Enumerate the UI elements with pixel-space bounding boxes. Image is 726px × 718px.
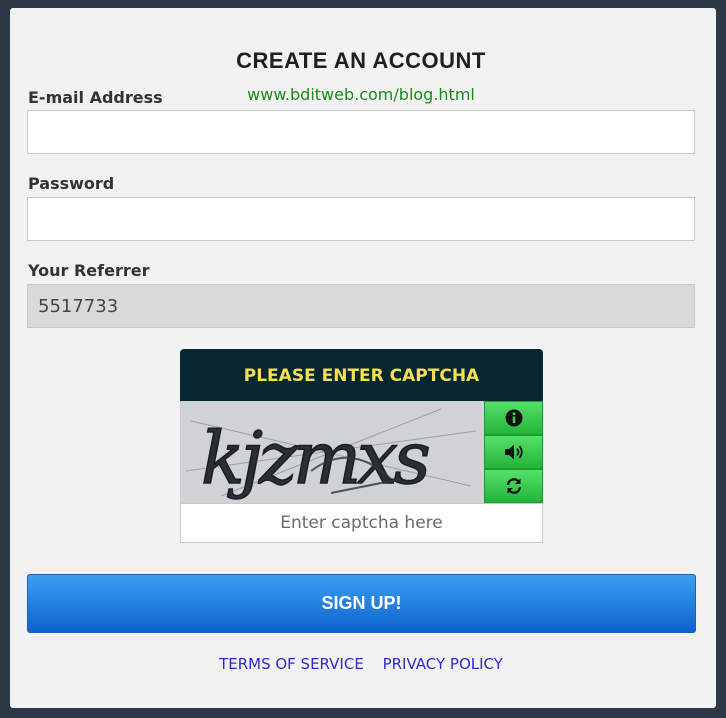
refresh-icon — [506, 478, 521, 494]
footer-links: TERMS OF SERVICE PRIVACY POLICY — [10, 655, 712, 673]
referrer-label: Your Referrer — [28, 261, 150, 280]
password-field[interactable] — [27, 197, 695, 241]
captcha-widget: PLEASE ENTER CAPTCHA kjzmxs — [180, 349, 543, 543]
signup-card: CREATE AN ACCOUNT www.bditweb.com/blog.h… — [10, 8, 716, 708]
captcha-input[interactable] — [180, 503, 543, 543]
captcha-heading: PLEASE ENTER CAPTCHA — [180, 349, 543, 401]
email-field[interactable] — [27, 110, 695, 154]
captcha-text: kjzmxs — [201, 416, 429, 500]
page-title: CREATE AN ACCOUNT — [236, 48, 486, 73]
captcha-refresh-button[interactable] — [484, 469, 543, 503]
captcha-image: kjzmxs — [180, 401, 484, 503]
password-label: Password — [28, 174, 115, 193]
speaker-icon — [504, 444, 523, 460]
signup-button[interactable]: SIGN UP! — [27, 574, 696, 633]
terms-of-service-link[interactable]: TERMS OF SERVICE — [219, 655, 364, 673]
email-label: E-mail Address — [28, 88, 163, 107]
captcha-info-button[interactable] — [484, 401, 543, 435]
referrer-field — [27, 284, 695, 328]
privacy-policy-link[interactable]: PRIVACY POLICY — [383, 655, 503, 673]
info-icon — [505, 409, 522, 427]
captcha-audio-button[interactable] — [484, 435, 543, 469]
